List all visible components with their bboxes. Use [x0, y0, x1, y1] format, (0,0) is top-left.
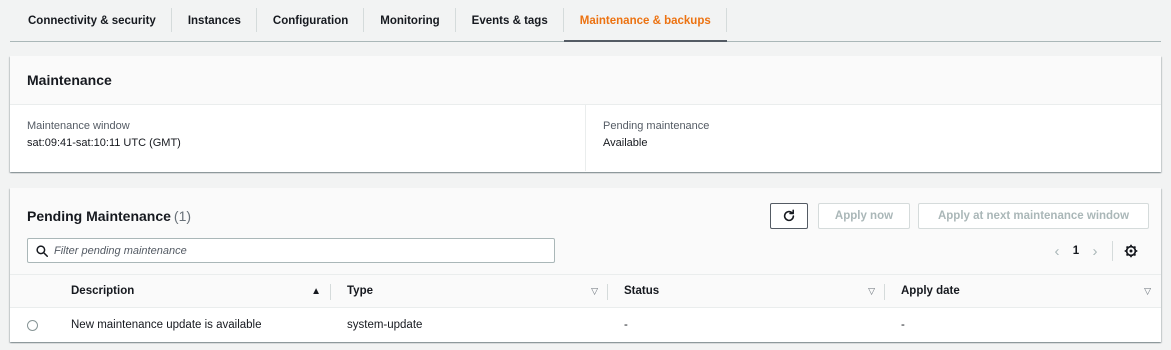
tab-label: Connectivity & security — [28, 14, 156, 27]
table-row[interactable]: New maintenance update is available syst… — [10, 308, 1161, 342]
row-radio-button[interactable] — [27, 319, 38, 331]
filter-box — [27, 238, 555, 263]
settings-gear-icon[interactable] — [1123, 243, 1139, 259]
maintenance-panel: Maintenance Maintenance window sat:09:41… — [10, 56, 1161, 172]
current-page[interactable]: 1 — [1066, 245, 1086, 257]
tab-label: Maintenance & backups — [579, 14, 711, 27]
pagination: ‹ 1 › — [1048, 240, 1139, 262]
tab-connectivity-security[interactable]: Connectivity & security — [10, 0, 172, 41]
cell-type: system-update — [347, 319, 423, 331]
column-header-type[interactable]: Type ▽ — [331, 275, 608, 307]
pending-count: (1) — [173, 208, 192, 224]
filter-input[interactable] — [54, 244, 534, 257]
sort-icon[interactable]: ▽ — [868, 275, 875, 307]
pending-maintenance-value: Available — [603, 137, 648, 149]
sort-icon[interactable]: ▽ — [1144, 275, 1151, 307]
tab-maintenance-backups[interactable]: Maintenance & backups — [563, 0, 727, 42]
column-label: Type — [347, 285, 373, 297]
maintenance-header: Maintenance — [10, 56, 1161, 105]
column-label: Description — [71, 285, 135, 297]
maintenance-window-section: Maintenance window sat:09:41-sat:10:11 U… — [10, 105, 585, 171]
maintenance-title: Maintenance — [27, 72, 112, 88]
tab-label: Events & tags — [471, 14, 548, 27]
pending-maintenance-title: Pending Maintenance (1) — [27, 208, 191, 224]
cell-description: New maintenance update is available — [71, 319, 262, 331]
tab-label: Monitoring — [380, 14, 440, 27]
pending-maintenance-header: Pending Maintenance (1) Apply now Apply a… — [10, 188, 1161, 274]
apply-next-window-button[interactable]: Apply at next maintenance window — [918, 203, 1149, 229]
row-select-cell — [10, 319, 55, 331]
column-header-apply-date[interactable]: Apply date ▽ — [885, 275, 1161, 307]
tab-monitoring[interactable]: Monitoring — [364, 0, 456, 41]
search-icon — [36, 244, 48, 257]
table-header: Description ▲ Type ▽ Status ▽ Apply date… — [10, 274, 1161, 308]
tab-configuration[interactable]: Configuration — [257, 0, 365, 41]
column-header-status[interactable]: Status ▽ — [608, 275, 885, 307]
column-label: Apply date — [901, 285, 960, 297]
tab-bar: Connectivity & security Instances Config… — [10, 0, 1161, 42]
pending-maintenance-section: Pending maintenance Available — [585, 105, 1161, 171]
column-label: Status — [624, 285, 660, 297]
cell-status: - — [624, 319, 628, 331]
sort-ascending-icon[interactable]: ▲ — [311, 275, 321, 307]
previous-page-icon[interactable]: ‹ — [1048, 243, 1066, 260]
tab-label: Instances — [187, 14, 241, 27]
refresh-button[interactable] — [770, 203, 808, 229]
tab-events-tags[interactable]: Events & tags — [456, 0, 564, 41]
maintenance-window-value: sat:09:41-sat:10:11 UTC (GMT) — [27, 137, 181, 149]
sort-icon[interactable]: ▽ — [591, 275, 598, 307]
refresh-icon — [783, 209, 795, 222]
maintenance-window-label: Maintenance window — [27, 120, 130, 132]
apply-now-button[interactable]: Apply now — [818, 203, 910, 229]
column-header-description[interactable]: Description ▲ — [55, 275, 331, 307]
tab-label: Configuration — [272, 14, 349, 27]
select-column-header — [10, 275, 55, 307]
tab-instances[interactable]: Instances — [172, 0, 257, 41]
pending-maintenance-panel: Pending Maintenance (1) Apply now Apply a… — [10, 188, 1161, 342]
maintenance-details: Maintenance window sat:09:41-sat:10:11 U… — [10, 105, 1161, 171]
next-page-icon[interactable]: › — [1086, 243, 1104, 260]
cell-apply-date: - — [901, 319, 905, 331]
pending-maintenance-label: Pending maintenance — [603, 120, 710, 132]
pending-title-text: Pending Maintenance — [27, 208, 171, 224]
